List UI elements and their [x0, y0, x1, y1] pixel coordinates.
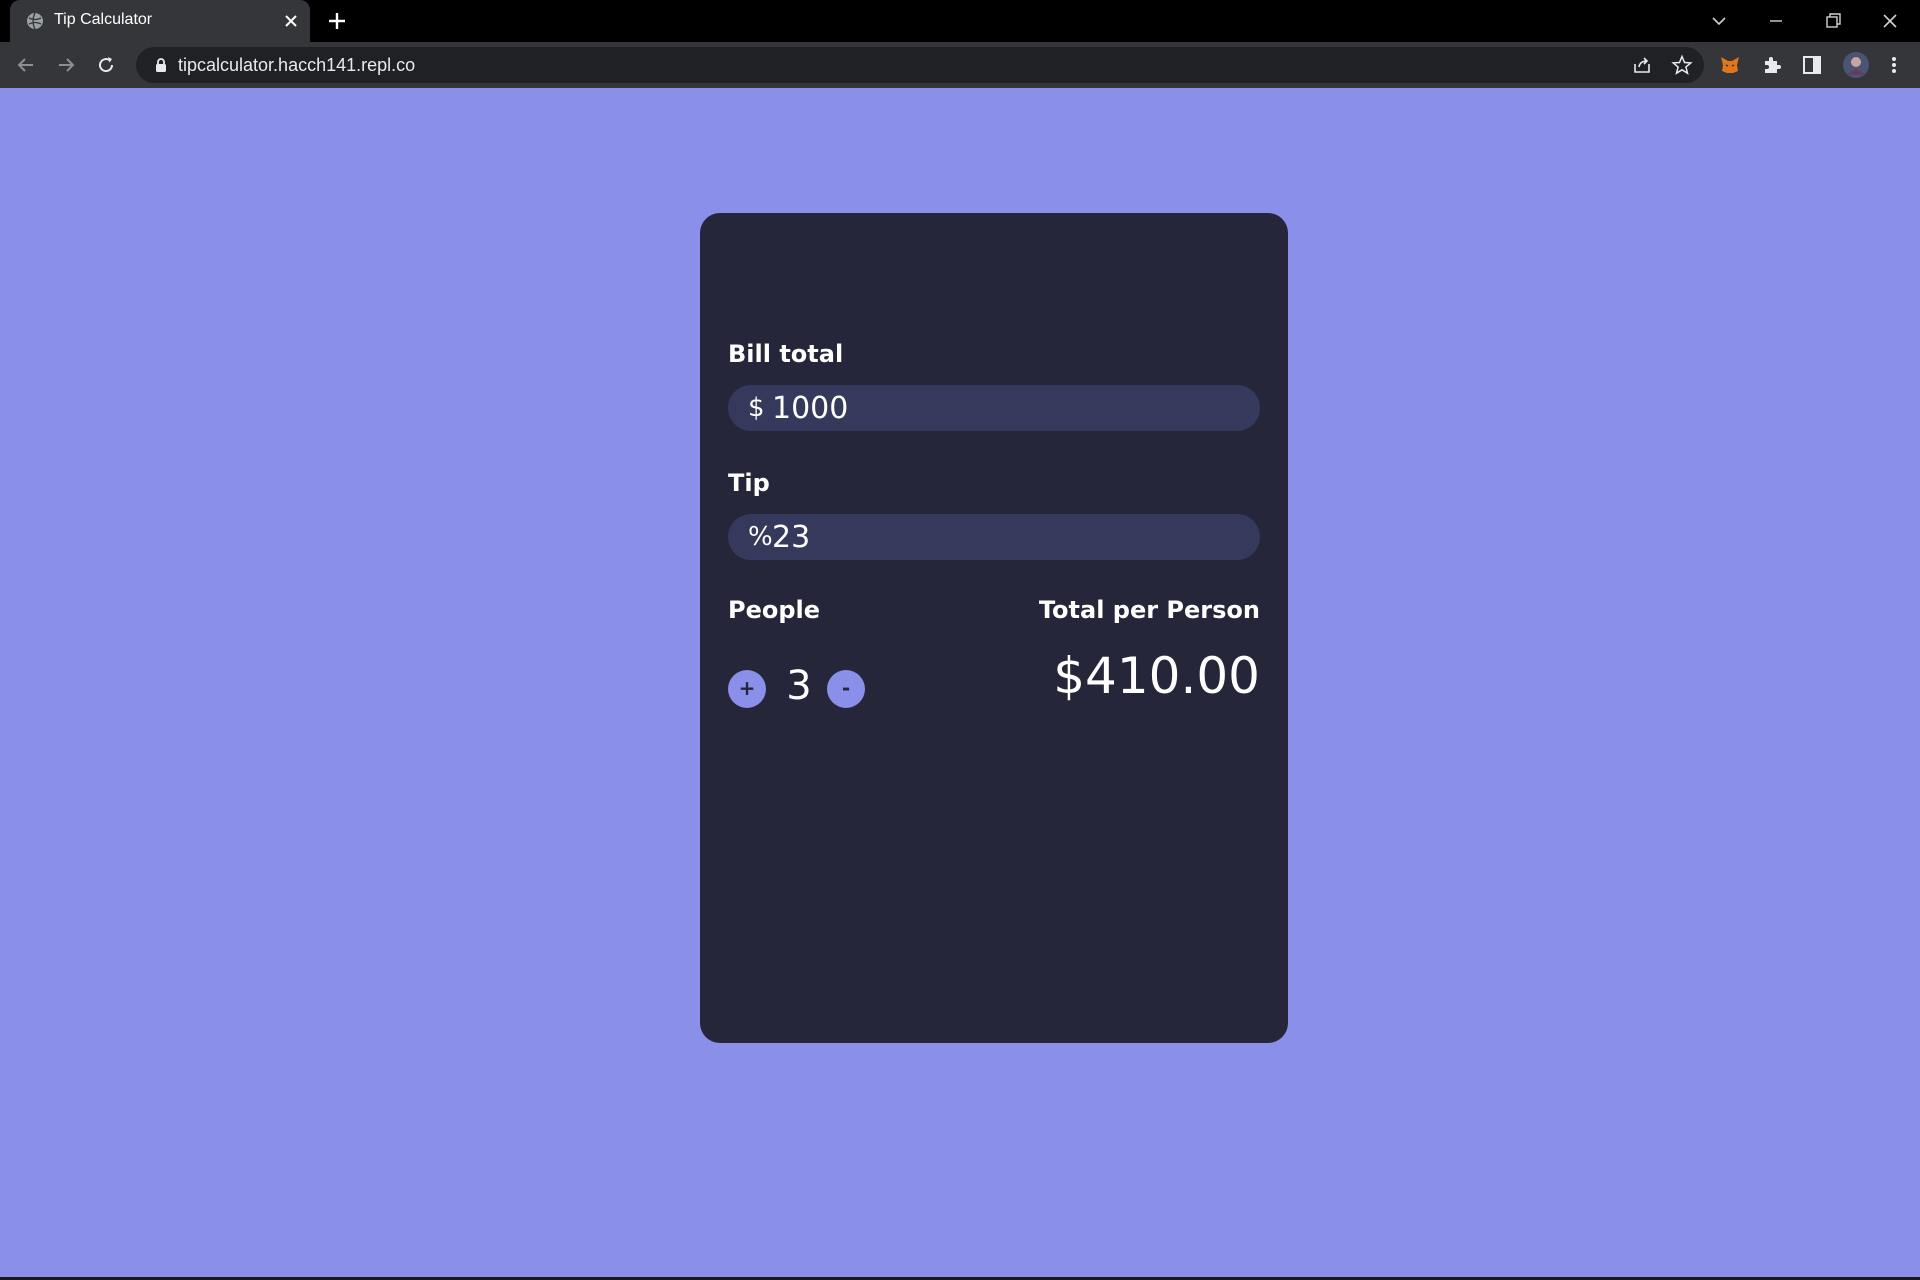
minimize-icon[interactable]: [1763, 8, 1789, 34]
tip-field[interactable]: %: [728, 514, 1260, 560]
calculator-card: Bill total $ Tip % People Total per Pers…: [700, 213, 1288, 1043]
browser-toolbar: tipcalculator.hacch141.repl.co: [0, 42, 1920, 88]
share-icon[interactable]: [1631, 54, 1653, 76]
tab-search-icon[interactable]: [1706, 8, 1732, 34]
people-count: 3: [786, 663, 812, 709]
percent-prefix: %: [748, 522, 773, 552]
browser-menu-icon[interactable]: [1882, 53, 1906, 77]
tip-input[interactable]: [772, 516, 1242, 558]
total-per-person-label: Total per Person: [1038, 596, 1260, 624]
tab-title: Tip Calculator: [54, 11, 153, 28]
extensions-puzzle-icon[interactable]: [1760, 53, 1784, 77]
browser-titlebar: Tip Calculator: [0, 0, 1920, 42]
people-label: People: [728, 596, 821, 624]
bill-total-field[interactable]: $: [728, 385, 1260, 431]
dollar-prefix: $: [748, 393, 765, 423]
globe-icon: [27, 12, 43, 30]
metamask-extension-icon[interactable]: [1718, 53, 1742, 77]
reload-icon[interactable]: [94, 53, 118, 77]
decrease-people-button[interactable]: -: [827, 670, 865, 708]
side-panel-icon[interactable]: [1800, 53, 1824, 77]
back-icon[interactable]: [14, 53, 38, 77]
new-tab-icon[interactable]: [326, 10, 348, 32]
close-tab-icon[interactable]: [282, 12, 300, 30]
forward-icon[interactable]: [54, 53, 78, 77]
increase-people-button[interactable]: +: [728, 670, 766, 708]
bill-total-input[interactable]: [772, 387, 1242, 429]
bookmark-star-icon[interactable]: [1671, 54, 1693, 76]
browser-tab[interactable]: Tip Calculator: [10, 0, 310, 42]
lock-icon[interactable]: [154, 57, 168, 73]
close-window-icon[interactable]: [1877, 8, 1903, 34]
address-bar[interactable]: tipcalculator.hacch141.repl.co: [136, 47, 1704, 83]
profile-avatar-icon[interactable]: [1842, 51, 1870, 79]
url-text: tipcalculator.hacch141.repl.co: [178, 55, 416, 75]
total-per-person-value: $410.00: [1053, 647, 1260, 705]
tip-label: Tip: [728, 469, 770, 497]
bill-total-label: Bill total: [728, 340, 844, 368]
restore-icon[interactable]: [1820, 8, 1846, 34]
